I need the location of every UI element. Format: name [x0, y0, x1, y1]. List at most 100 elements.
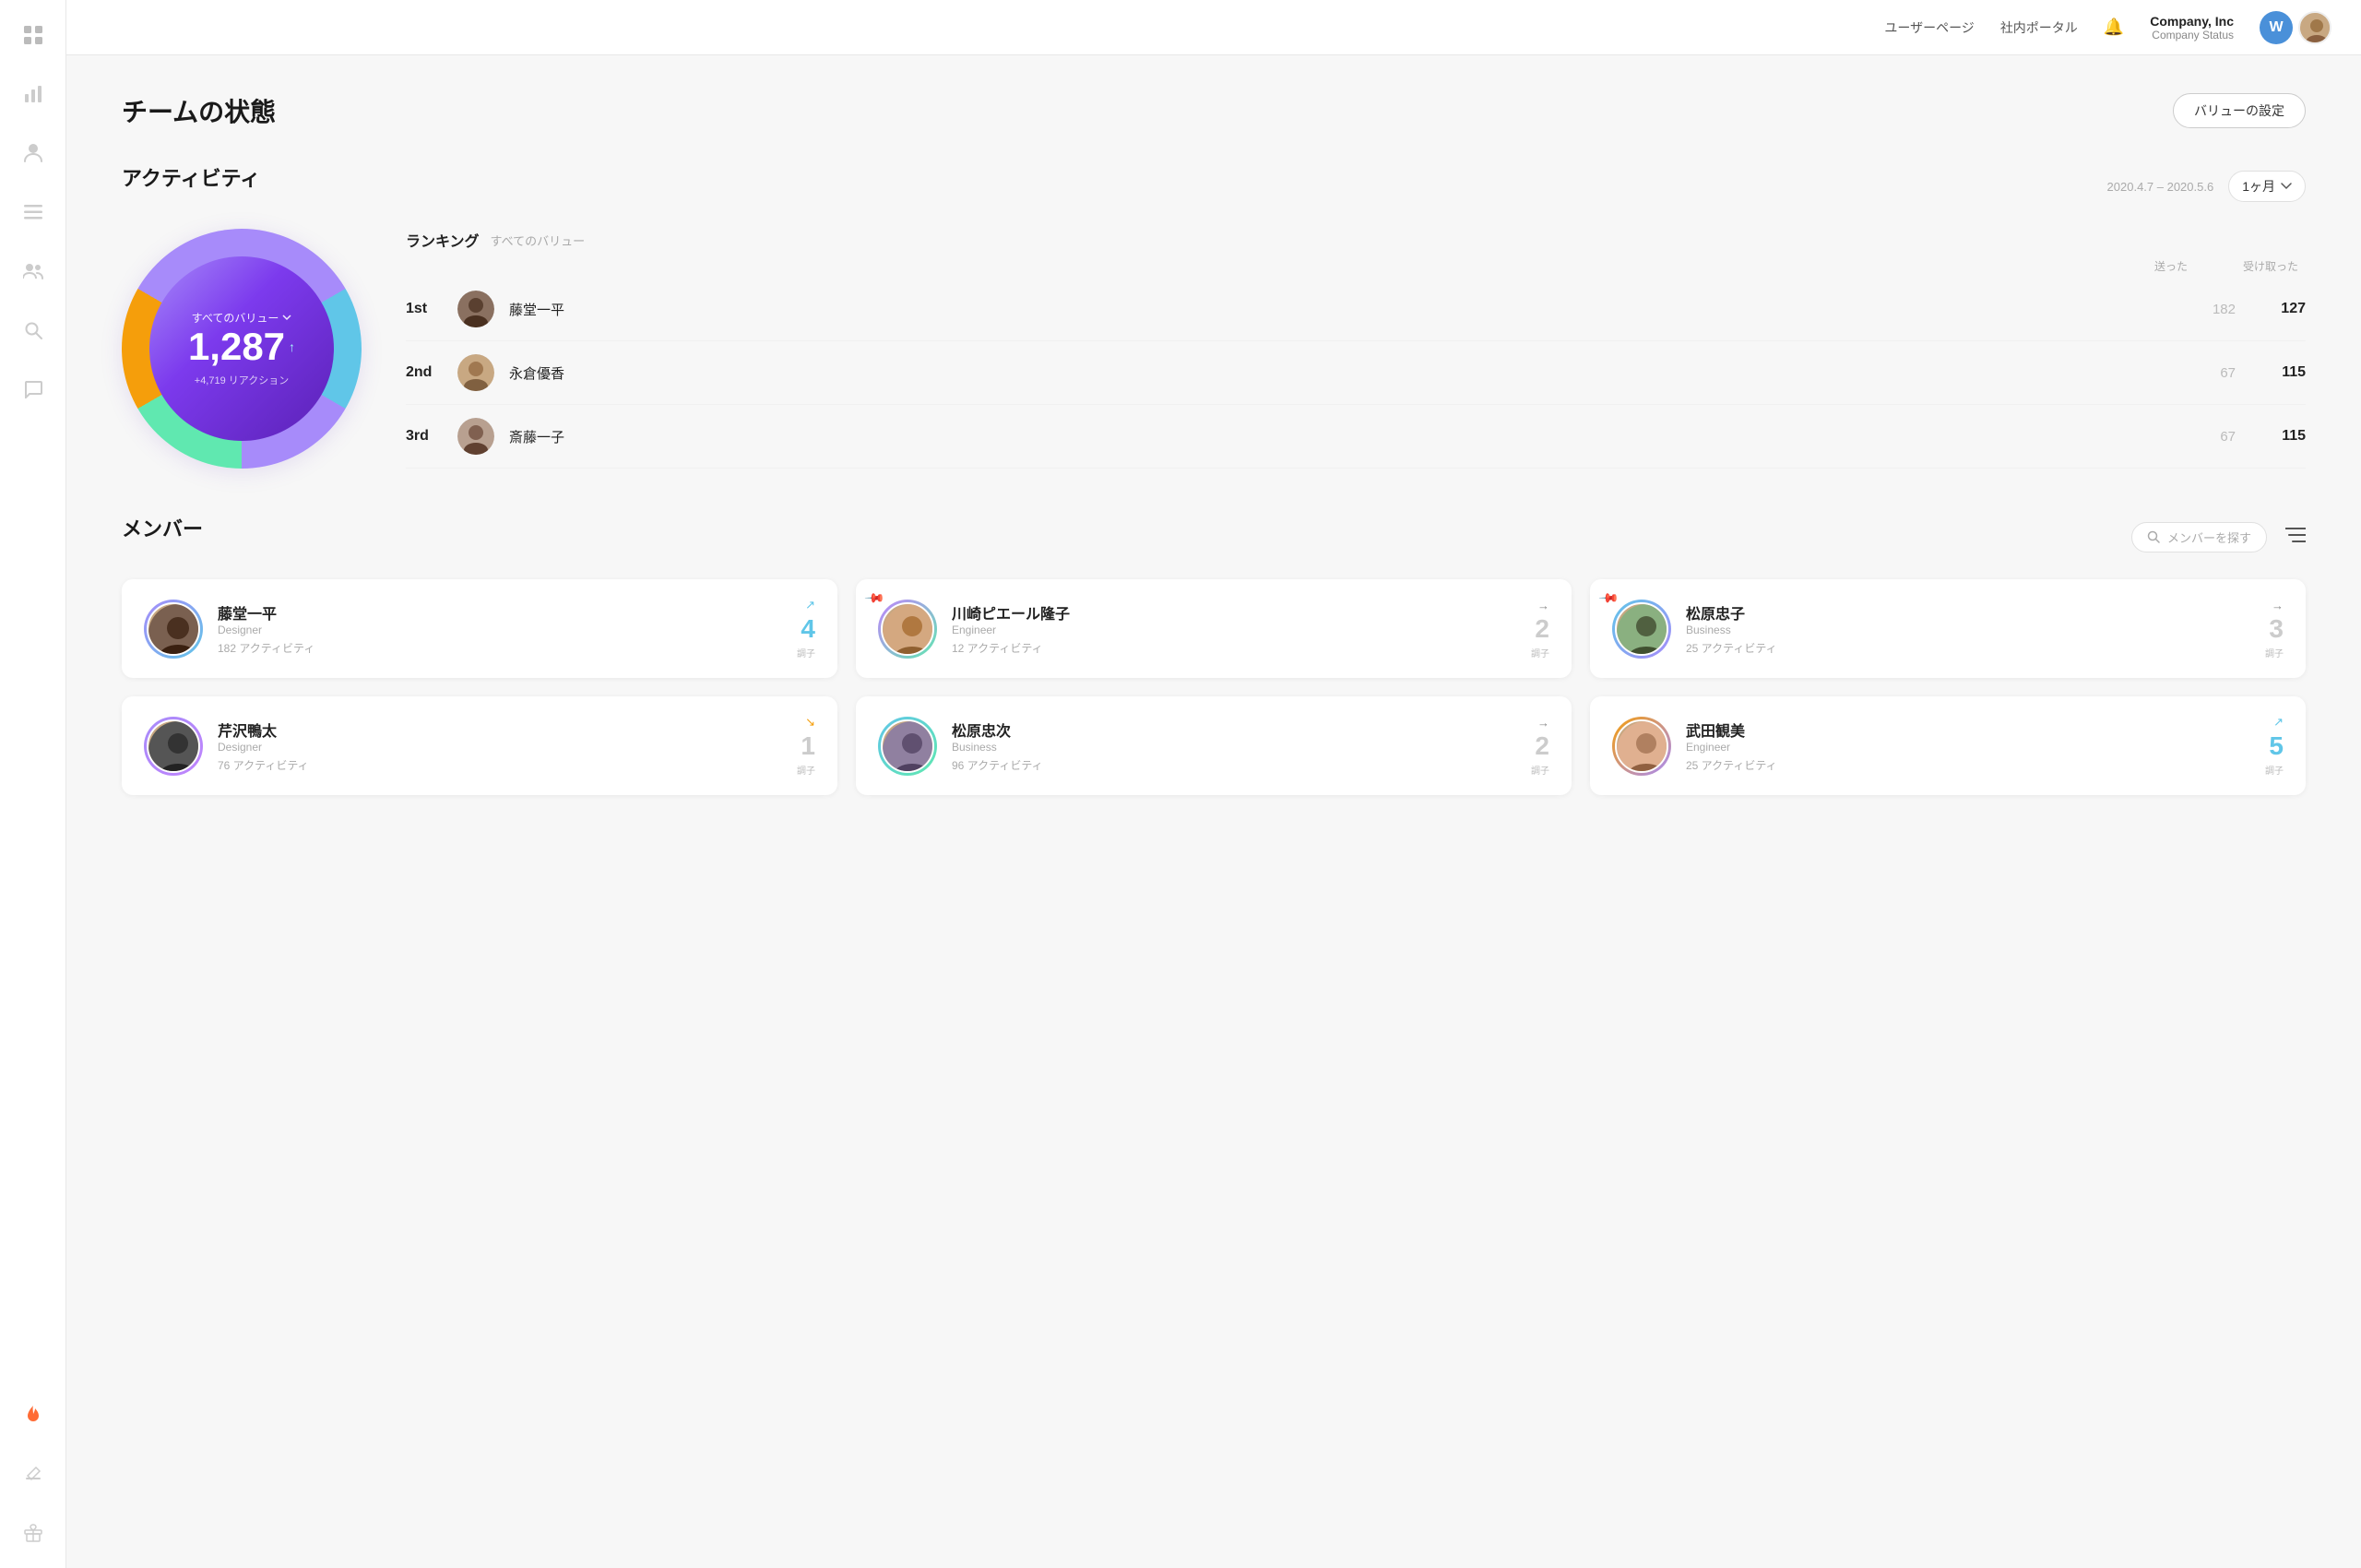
- member-score-wrap-2: → 2 調子: [1531, 599, 1549, 659]
- grid-icon[interactable]: [17, 18, 50, 52]
- member-card-4: 芹沢鴨太 Designer 76 アクティビティ ↘ 1 調子: [122, 696, 837, 795]
- member-info-4: 芹沢鴨太 Designer 76 アクティビティ: [218, 719, 782, 773]
- ranking-columns: 送った 受け取った: [406, 258, 2306, 274]
- donut-outer: すべてのバリュー 1,287 ↑ +4,719 リアクション: [122, 229, 362, 469]
- member-avatar-wrap-1: [144, 600, 203, 659]
- member-info-3: 松原忠子 Business 25 アクティビティ: [1686, 601, 2250, 656]
- rank-3-avatar: [457, 418, 494, 455]
- member-avatar-wrap-4: [144, 717, 203, 776]
- main-content: チームの状態 バリューの設定 アクティビティ 2020.4.7 – 2020.5…: [66, 55, 2361, 1568]
- search-icon-sidebar[interactable]: [17, 314, 50, 347]
- member-arrow-2: →: [1537, 599, 1549, 612]
- donut-value: 1,287 ↑: [188, 326, 295, 368]
- page-title: チームの状態: [122, 92, 276, 129]
- notification-bell-icon[interactable]: 🔔: [2104, 18, 2124, 37]
- members-title: メンバー: [122, 513, 203, 542]
- topnav-avatars: W: [2260, 11, 2331, 44]
- activity-body: すべてのバリュー 1,287 ↑ +4,719 リアクション ランキング: [122, 229, 2306, 469]
- member-name-1: 藤堂一平: [218, 601, 782, 624]
- member-avatar-wrap-5: [878, 717, 937, 776]
- member-score-1: 4: [801, 614, 815, 644]
- ranking-title: ランキング: [406, 229, 480, 251]
- member-card-2: 📌 川崎ピエール隆子 Engineer 12 アクティビティ → 2 調子: [856, 579, 1572, 678]
- topnav-portal[interactable]: 社内ポータル: [2000, 18, 2078, 37]
- edit-icon[interactable]: [17, 1457, 50, 1491]
- topnav-company-info: Company, Inc Company Status: [2150, 14, 2234, 42]
- member-activity-2: 12 アクティビティ: [952, 640, 1516, 656]
- member-avatar-wrap-6: [1612, 717, 1671, 776]
- member-info-5: 松原忠次 Business 96 アクティビティ: [952, 719, 1516, 773]
- member-avatar-2: [881, 602, 934, 656]
- list-icon[interactable]: [17, 196, 50, 229]
- topnav-user-page[interactable]: ユーザーページ: [1884, 18, 1974, 37]
- member-avatar-wrap-3: [1612, 600, 1671, 659]
- gift-icon[interactable]: [17, 1516, 50, 1550]
- member-score-label-1: 調子: [797, 646, 815, 659]
- member-score-3: 3: [2269, 614, 2284, 644]
- rank-1-name: 藤堂一平: [509, 300, 2165, 319]
- member-score-2: 2: [1535, 614, 1549, 644]
- rank-2-name: 永倉優香: [509, 363, 2165, 383]
- member-score-wrap-4: ↘ 1 調子: [797, 715, 815, 777]
- brand-avatar[interactable]: W: [2260, 11, 2293, 44]
- sort-icon[interactable]: [2285, 527, 2306, 548]
- rank-1-num: 1st: [406, 301, 443, 317]
- company-status: Company Status: [2150, 29, 2234, 42]
- user-avatar[interactable]: [2298, 11, 2331, 44]
- rank-3-received: 115: [2250, 428, 2306, 445]
- member-avatar-5: [881, 719, 934, 773]
- col-received: 受け取った: [2243, 258, 2298, 274]
- member-search[interactable]: メンバーを探す: [2131, 522, 2267, 552]
- member-activity-1: 182 アクティビティ: [218, 640, 782, 656]
- donut-inner: すべてのバリュー 1,287 ↑ +4,719 リアクション: [149, 256, 334, 441]
- rank-2-sent: 67: [2180, 365, 2236, 381]
- member-info-6: 武田観美 Engineer 25 アクティビティ: [1686, 719, 2250, 773]
- ranking-row-2: 2nd 永倉優香 67 115: [406, 341, 2306, 405]
- member-card-6: 武田観美 Engineer 25 アクティビティ ↗ 5 調子: [1590, 696, 2306, 795]
- period-label: 1ヶ月: [2242, 177, 2275, 196]
- activity-header: アクティビティ 2020.4.7 – 2020.5.6 1ヶ月: [122, 162, 2306, 210]
- chat-icon[interactable]: [17, 373, 50, 406]
- member-name-6: 武田観美: [1686, 719, 2250, 741]
- rank-3-name: 斎藤一子: [509, 427, 2165, 446]
- member-role-3: Business: [1686, 624, 2250, 636]
- rank-1-received: 127: [2250, 301, 2306, 317]
- rank-2-num: 2nd: [406, 364, 443, 381]
- rank-2-received: 115: [2250, 364, 2306, 381]
- member-role-4: Designer: [218, 741, 782, 754]
- chart-icon[interactable]: [17, 77, 50, 111]
- member-score-label-3: 調子: [2265, 646, 2284, 659]
- member-role-5: Business: [952, 741, 1516, 754]
- members-grid: 藤堂一平 Designer 182 アクティビティ ↗ 4 調子 📌: [122, 579, 2306, 795]
- member-activity-6: 25 アクティビティ: [1686, 757, 2250, 773]
- member-score-label-4: 調子: [797, 763, 815, 777]
- date-range: 2020.4.7 – 2020.5.6: [2107, 180, 2214, 194]
- ranking-table: ランキング すべてのバリュー 送った 受け取った 1st 藤堂一平 182 12…: [406, 229, 2306, 469]
- member-name-3: 松原忠子: [1686, 601, 2250, 624]
- member-avatar-3: [1615, 602, 1668, 656]
- ranking-header: ランキング すべてのバリュー: [406, 229, 2306, 251]
- member-activity-5: 96 アクティビティ: [952, 757, 1516, 773]
- member-info-2: 川崎ピエール隆子 Engineer 12 アクティビティ: [952, 601, 1516, 656]
- pin-icon-2: 📌: [864, 587, 886, 609]
- setting-button[interactable]: バリューの設定: [2173, 93, 2306, 128]
- member-arrow-4: ↘: [805, 715, 815, 730]
- donut-filter-label[interactable]: すべてのバリュー: [192, 310, 292, 326]
- donut-sub: +4,719 リアクション: [195, 373, 289, 387]
- ranking-row-1: 1st 藤堂一平 182 127: [406, 278, 2306, 341]
- flame-icon[interactable]: [17, 1398, 50, 1431]
- team-icon[interactable]: [17, 255, 50, 288]
- member-score-label-2: 調子: [1531, 646, 1549, 659]
- rank-3-num: 3rd: [406, 428, 443, 445]
- member-info-1: 藤堂一平 Designer 182 アクティビティ: [218, 601, 782, 656]
- person-icon[interactable]: [17, 137, 50, 170]
- activity-section: アクティビティ 2020.4.7 – 2020.5.6 1ヶ月 すべてのバリュー: [122, 162, 2306, 469]
- topnav: ユーザーページ 社内ポータル 🔔 Company, Inc Company St…: [66, 0, 2361, 55]
- members-section: メンバー メンバーを探す 藤堂一平: [122, 513, 2306, 795]
- member-activity-4: 76 アクティビティ: [218, 757, 782, 773]
- period-dropdown[interactable]: 1ヶ月: [2228, 171, 2306, 202]
- ranking-row-3: 3rd 斎藤一子 67 115: [406, 405, 2306, 469]
- member-score-wrap-5: → 2 調子: [1531, 716, 1549, 777]
- ranking-subtitle: すべてのバリュー: [491, 232, 586, 249]
- member-avatar-1: [147, 602, 200, 656]
